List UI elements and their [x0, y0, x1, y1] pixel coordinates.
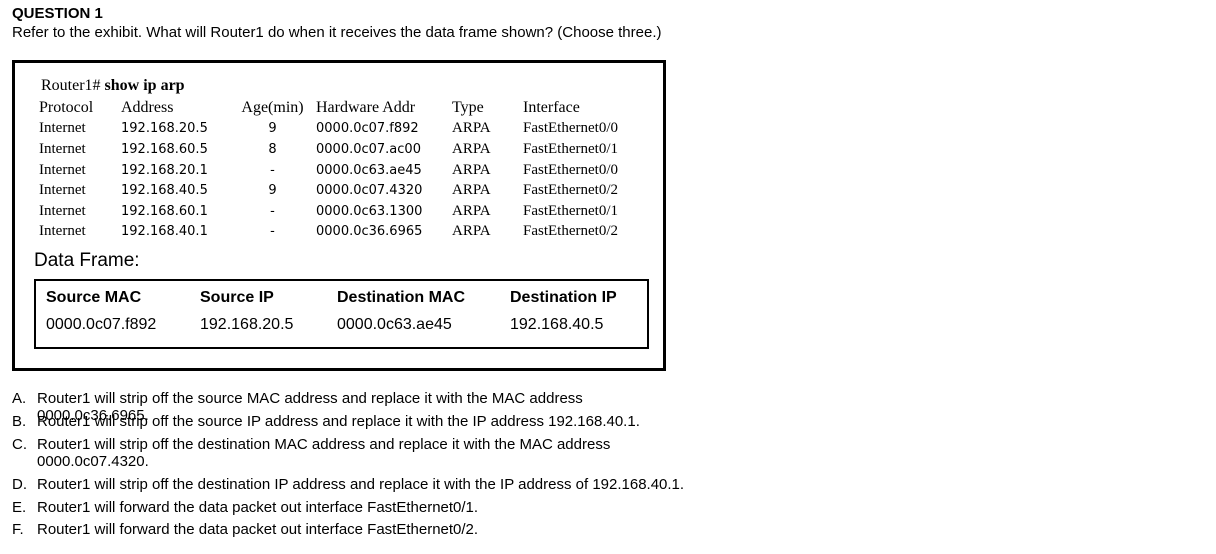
cell-type: ARPA — [452, 223, 491, 240]
option-letter: F. — [12, 521, 24, 538]
col-header-address: Address — [121, 99, 174, 117]
cell-protocol: Internet — [39, 202, 86, 219]
question-text: Refer to the exhibit. What will Router1 … — [12, 24, 662, 41]
option-letter: E. — [12, 499, 27, 516]
cell-hardware-addr: 0000.0c07.f892 — [316, 121, 419, 137]
option-letter: B. — [12, 413, 27, 430]
option-letter: A. — [12, 390, 27, 407]
frame-value-destination-ip: 192.168.40.5 — [510, 316, 604, 333]
cell-age: 8 — [268, 141, 277, 157]
arp-table: Protocol Address Age(min) Hardware Addr … — [39, 98, 618, 242]
table-row: Internet 192.168.60.1 - 0000.0c63.1300 A… — [39, 201, 618, 222]
option-text: Router1 will forward the data packet out… — [37, 521, 479, 538]
answer-option-e[interactable]: E. Router1 will forward the data packet o… — [12, 499, 677, 516]
frame-header-destination-mac: Destination MAC — [337, 289, 465, 306]
cell-age: - — [270, 224, 275, 240]
answer-option-c[interactable]: C. Router1 will strip off the destination… — [12, 436, 677, 470]
table-row: Internet 192.168.20.5 9 0000.0c07.f892 A… — [39, 119, 618, 140]
option-text: Router1 will strip off the source IP add… — [37, 413, 640, 430]
cell-address: 192.168.40.1 — [121, 224, 208, 240]
cell-protocol: Internet — [39, 140, 86, 157]
option-letter: C. — [12, 436, 27, 453]
col-header-age: Age(min) — [241, 99, 304, 117]
cell-interface: FastEthernet0/0 — [523, 120, 618, 137]
cell-type: ARPA — [452, 140, 491, 157]
col-header-protocol: Protocol — [39, 99, 94, 117]
cell-interface: FastEthernet0/1 — [523, 202, 618, 219]
frame-value-source-ip: 192.168.20.5 — [200, 316, 294, 333]
cell-address: 192.168.20.5 — [121, 121, 208, 137]
cell-interface: FastEthernet0/2 — [523, 223, 618, 240]
cli-command-line: Router1# show ip arp — [41, 77, 185, 95]
cell-hardware-addr: 0000.0c07.ac00 — [316, 141, 421, 157]
col-header-type: Type — [452, 99, 484, 117]
col-header-hardware-addr: Hardware Addr — [316, 99, 416, 117]
data-frame-label: Data Frame: — [34, 250, 140, 271]
cell-age: - — [270, 203, 275, 219]
option-text: Router1 will strip off the destination I… — [37, 476, 685, 493]
answer-option-b[interactable]: B. Router1 will strip off the source IP a… — [12, 413, 677, 430]
data-frame-box: Source MAC Source IP Destination MAC Des… — [34, 279, 649, 349]
cell-address: 192.168.60.1 — [121, 203, 208, 219]
exhibit-panel: Router1# show ip arp Protocol Address Ag… — [12, 60, 666, 371]
option-letter: D. — [12, 476, 27, 493]
cell-type: ARPA — [452, 202, 491, 219]
cli-command: show ip arp — [104, 77, 185, 94]
table-row: Internet 192.168.40.5 9 0000.0c07.4320 A… — [39, 180, 618, 201]
question-title: QUESTION 1 — [12, 5, 103, 22]
cell-interface: FastEthernet0/2 — [523, 182, 618, 199]
cell-interface: FastEthernet0/0 — [523, 161, 618, 178]
frame-value-source-mac: 0000.0c07.f892 — [46, 316, 157, 333]
cell-protocol: Internet — [39, 161, 86, 178]
option-text: Router1 will forward the data packet out… — [37, 499, 479, 516]
table-row: Internet 192.168.40.1 - 0000.0c36.6965 A… — [39, 222, 618, 243]
cell-type: ARPA — [452, 161, 491, 178]
cell-address: 192.168.40.5 — [121, 183, 208, 199]
cell-hardware-addr: 0000.0c63.1300 — [316, 203, 423, 219]
cell-hardware-addr: 0000.0c36.6965 — [316, 224, 423, 240]
cell-hardware-addr: 0000.0c07.4320 — [316, 183, 423, 199]
col-header-interface: Interface — [523, 99, 580, 117]
table-row: Internet 192.168.60.5 8 0000.0c07.ac00 A… — [39, 139, 618, 160]
cell-type: ARPA — [452, 182, 491, 199]
cli-prompt: Router1# — [41, 77, 101, 94]
frame-header-source-mac: Source MAC — [46, 289, 142, 306]
cell-hardware-addr: 0000.0c63.ae45 — [316, 162, 422, 178]
frame-value-destination-mac: 0000.0c63.ae45 — [337, 316, 452, 333]
option-text: Router1 will strip off the destination M… — [37, 436, 611, 470]
answer-option-f[interactable]: F. Router1 will forward the data packet o… — [12, 521, 677, 538]
frame-header-source-ip: Source IP — [200, 289, 274, 306]
cell-interface: FastEthernet0/1 — [523, 140, 618, 157]
cell-age: 9 — [268, 183, 277, 199]
answer-option-d[interactable]: D. Router1 will strip off the destination… — [12, 476, 1137, 493]
cell-type: ARPA — [452, 120, 491, 137]
cell-protocol: Internet — [39, 182, 86, 199]
cell-protocol: Internet — [39, 223, 86, 240]
cell-address: 192.168.60.5 — [121, 141, 208, 157]
cell-age: - — [270, 162, 275, 178]
cell-age: 9 — [268, 121, 277, 137]
table-row: Internet 192.168.20.1 - 0000.0c63.ae45 A… — [39, 160, 618, 181]
cell-protocol: Internet — [39, 120, 86, 137]
cell-address: 192.168.20.1 — [121, 162, 208, 178]
arp-table-header: Protocol Address Age(min) Hardware Addr … — [39, 98, 618, 119]
frame-header-destination-ip: Destination IP — [510, 289, 617, 306]
